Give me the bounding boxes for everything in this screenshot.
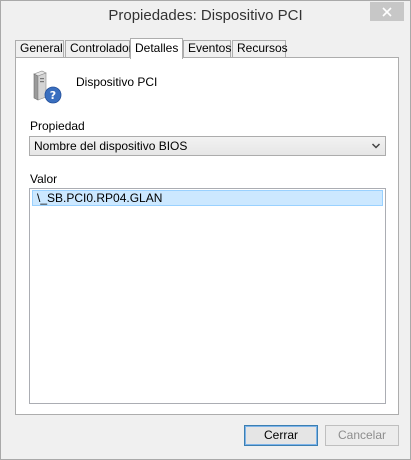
value-list[interactable]: \_SB.PCI0.RP04.GLAN xyxy=(29,188,386,404)
window-title: Propiedades: Dispositivo PCI xyxy=(108,7,303,24)
close-dialog-button[interactable]: Cerrar xyxy=(244,425,318,446)
device-name: Dispositivo PCI xyxy=(76,75,158,89)
unknown-device-icon: ? xyxy=(30,70,62,104)
title-bar[interactable]: Propiedades: Dispositivo PCI xyxy=(1,1,410,31)
property-label: Propiedad xyxy=(30,119,85,133)
properties-dialog: Propiedades: Dispositivo PCI General Con… xyxy=(0,0,411,460)
tab-recursos[interactable]: Recursos xyxy=(232,40,288,57)
chevron-down-icon xyxy=(371,143,381,149)
close-icon xyxy=(382,6,392,17)
tab-controlador[interactable]: Controlador xyxy=(65,40,133,57)
cancel-button[interactable]: Cancelar xyxy=(325,425,399,446)
value-label: Valor xyxy=(30,172,58,186)
tab-detalles[interactable]: Detalles xyxy=(130,38,183,59)
property-select-value: Nombre del dispositivo BIOS xyxy=(34,139,188,153)
tab-general[interactable]: General xyxy=(15,40,64,57)
close-button[interactable] xyxy=(370,2,404,21)
svg-text:?: ? xyxy=(50,89,56,102)
details-panel: ? Dispositivo PCI Propiedad Nombre del d… xyxy=(15,57,399,415)
tab-eventos[interactable]: Eventos xyxy=(183,40,231,57)
list-item[interactable]: \_SB.PCI0.RP04.GLAN xyxy=(32,190,383,206)
property-select[interactable]: Nombre del dispositivo BIOS xyxy=(29,136,386,156)
